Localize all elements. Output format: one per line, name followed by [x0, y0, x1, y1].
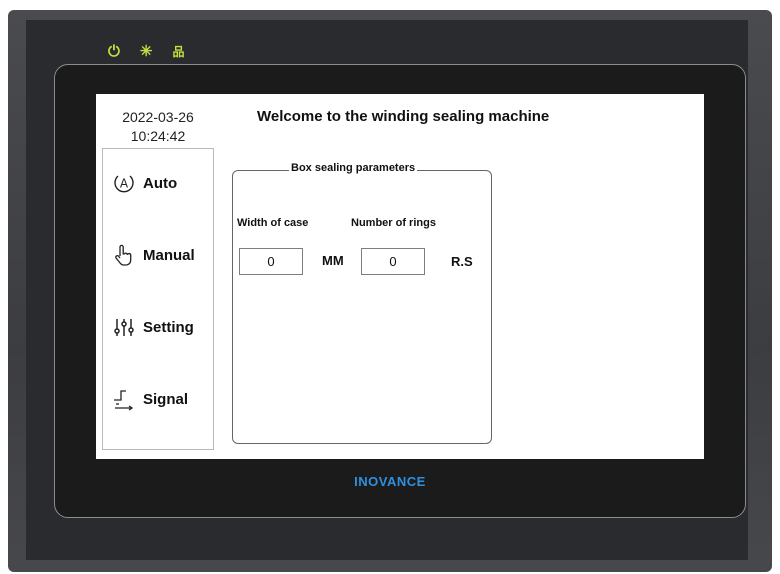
nav-label-setting: Setting: [143, 318, 194, 336]
nav-item-setting[interactable]: Setting: [103, 307, 215, 347]
brand-logo: INOVANCE: [354, 474, 426, 489]
datetime: 2022-03-26 10:24:42: [110, 108, 206, 146]
time-text: 10:24:42: [130, 128, 186, 144]
page-title: Welcome to the winding sealing machine: [257, 108, 550, 125]
nav-label-signal: Signal: [143, 390, 189, 408]
nav-label-auto: Auto: [143, 174, 178, 192]
rings-unit: R.S: [451, 254, 473, 269]
nav-label-manual: Manual: [143, 246, 195, 264]
width-unit: MM: [322, 253, 344, 268]
rings-label: Number of rings: [351, 217, 436, 229]
status-leds: ⏻ ✳ 品: [108, 40, 184, 64]
rings-input[interactable]: 0: [361, 248, 425, 275]
width-input[interactable]: 0: [239, 248, 303, 275]
panel-title: Box sealing parameters: [289, 162, 418, 174]
nav-item-signal[interactable]: Signal: [103, 379, 215, 419]
power-icon: ⏻: [108, 43, 120, 60]
sidebar-nav: A Auto Manual Setting Signal: [102, 148, 214, 450]
date-text: 2022-03-26: [122, 109, 194, 125]
signal-icon: [111, 386, 137, 412]
network-icon: 品: [172, 45, 185, 59]
hmi-screen: 2022-03-26 10:24:42 Welcome to the windi…: [96, 94, 704, 459]
sliders-icon: [111, 314, 137, 340]
auto-mode-icon: A: [111, 170, 137, 196]
width-label: Width of case: [237, 217, 309, 229]
box-sealing-panel: Box sealing parameters Width of case Num…: [232, 162, 492, 444]
svg-text:A: A: [120, 177, 129, 191]
nav-item-manual[interactable]: Manual: [103, 235, 215, 275]
sun-icon: ✳: [139, 43, 153, 60]
nav-item-auto[interactable]: A Auto: [103, 163, 215, 203]
hand-pointer-icon: [111, 242, 137, 268]
